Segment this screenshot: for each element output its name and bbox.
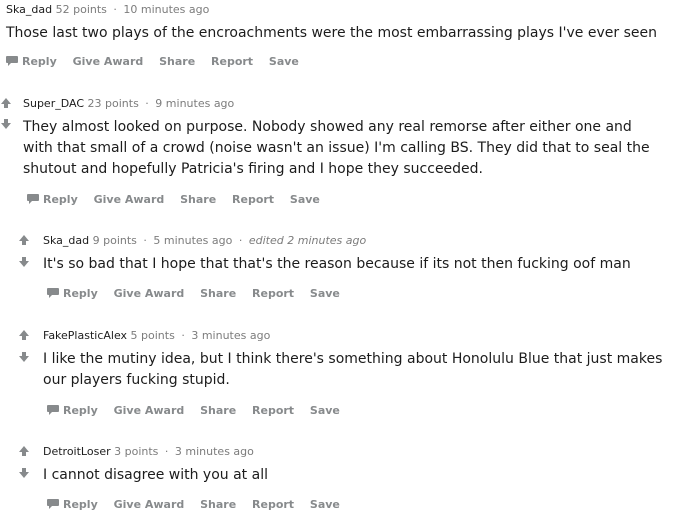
save-button[interactable]: Save bbox=[310, 498, 340, 511]
chat-bubble-icon bbox=[27, 194, 39, 204]
give-award-button[interactable]: Give Award bbox=[73, 55, 144, 68]
comment: Ska_dad 52 points · 10 minutes ago Those… bbox=[6, 2, 676, 70]
meta-separator: · bbox=[164, 445, 169, 458]
comment-actions: Reply Give Award Share Report Save bbox=[47, 497, 668, 513]
share-button[interactable]: Share bbox=[159, 55, 195, 68]
comment-points: 23 points bbox=[87, 97, 139, 110]
comment-points: 52 points bbox=[55, 3, 107, 16]
comment-meta: FakePlasticAlex 5 points · 3 minutes ago bbox=[43, 328, 668, 344]
comment-points: 3 points bbox=[114, 445, 159, 458]
comment-meta: Super_DAC 23 points · 9 minutes ago bbox=[23, 96, 663, 112]
reply-button[interactable]: Reply bbox=[27, 193, 78, 206]
reply-button[interactable]: Reply bbox=[6, 55, 57, 68]
comment-body: They almost looked on purpose. Nobody sh… bbox=[23, 119, 650, 177]
give-award-button[interactable]: Give Award bbox=[114, 404, 185, 417]
comment-author[interactable]: Ska_dad bbox=[6, 3, 52, 16]
comment: Super_DAC 23 points · 9 minutes ago They… bbox=[23, 96, 663, 208]
share-button[interactable]: Share bbox=[200, 404, 236, 417]
save-button[interactable]: Save bbox=[269, 55, 299, 68]
comment-author[interactable]: Ska_dad bbox=[43, 234, 89, 247]
save-button[interactable]: Save bbox=[290, 193, 320, 206]
report-button[interactable]: Report bbox=[211, 55, 253, 68]
comment: DetroitLoser 3 points · 3 minutes ago I … bbox=[43, 444, 668, 513]
report-button[interactable]: Report bbox=[252, 498, 294, 511]
give-award-button[interactable]: Give Award bbox=[114, 498, 185, 511]
comment-meta: Ska_dad 9 points · 5 minutes ago · edite… bbox=[43, 233, 673, 249]
comment-author[interactable]: FakePlasticAlex bbox=[43, 329, 127, 342]
comment-actions: Reply Give Award Share Report Save bbox=[6, 54, 676, 70]
comment-time[interactable]: 3 minutes ago bbox=[175, 445, 254, 458]
comment-points: 5 points bbox=[130, 329, 175, 342]
vote-controls bbox=[18, 234, 32, 268]
comment-body: I like the mutiny idea, but I think ther… bbox=[43, 351, 663, 388]
reply-label: Reply bbox=[63, 498, 98, 511]
comment-time[interactable]: 10 minutes ago bbox=[123, 3, 209, 16]
chat-bubble-icon bbox=[47, 405, 59, 415]
vote-controls bbox=[18, 329, 32, 363]
give-award-button[interactable]: Give Award bbox=[114, 287, 185, 300]
vote-controls bbox=[0, 97, 14, 130]
downvote-arrow-icon[interactable] bbox=[0, 118, 12, 130]
meta-separator: · bbox=[113, 3, 117, 16]
comment: FakePlasticAlex 5 points · 3 minutes ago… bbox=[43, 328, 668, 419]
comment-body: I cannot disagree with you at all bbox=[43, 467, 268, 483]
upvote-arrow-icon[interactable] bbox=[18, 445, 30, 457]
comment-actions: Reply Give Award Share Report Save bbox=[47, 403, 668, 419]
share-button[interactable]: Share bbox=[200, 287, 236, 300]
reply-label: Reply bbox=[43, 193, 78, 206]
save-button[interactable]: Save bbox=[310, 287, 340, 300]
comment-time[interactable]: 3 minutes ago bbox=[191, 329, 270, 342]
reply-button[interactable]: Reply bbox=[47, 287, 98, 300]
meta-separator: · bbox=[181, 329, 185, 342]
meta-separator: · bbox=[145, 97, 149, 110]
comment-author[interactable]: Super_DAC bbox=[23, 97, 84, 110]
comment: Ska_dad 9 points · 5 minutes ago · edite… bbox=[43, 233, 673, 302]
comment-points: 9 points bbox=[92, 234, 137, 247]
vote-controls bbox=[18, 445, 32, 479]
chat-bubble-icon bbox=[6, 56, 18, 66]
report-button[interactable]: Report bbox=[252, 404, 294, 417]
share-button[interactable]: Share bbox=[180, 193, 216, 206]
comment-actions: Reply Give Award Share Report Save bbox=[27, 192, 663, 208]
downvote-arrow-icon[interactable] bbox=[18, 256, 30, 268]
comment-meta: DetroitLoser 3 points · 3 minutes ago bbox=[43, 444, 668, 460]
edited-label: edited 2 minutes ago bbox=[248, 234, 367, 247]
meta-separator: · bbox=[238, 234, 243, 247]
chat-bubble-icon bbox=[47, 288, 59, 298]
comment-author[interactable]: DetroitLoser bbox=[43, 445, 111, 458]
give-award-button[interactable]: Give Award bbox=[94, 193, 165, 206]
meta-separator: · bbox=[143, 234, 147, 247]
upvote-arrow-icon[interactable] bbox=[0, 97, 12, 109]
comment-body: It's so bad that I hope that that's the … bbox=[43, 256, 631, 272]
chat-bubble-icon bbox=[47, 499, 59, 509]
downvote-arrow-icon[interactable] bbox=[18, 467, 30, 479]
save-button[interactable]: Save bbox=[310, 404, 340, 417]
comment-time[interactable]: 9 minutes ago bbox=[155, 97, 234, 110]
comment-actions: Reply Give Award Share Report Save bbox=[47, 286, 673, 302]
report-button[interactable]: Report bbox=[232, 193, 274, 206]
reply-button[interactable]: Reply bbox=[47, 404, 98, 417]
reply-label: Reply bbox=[63, 404, 98, 417]
downvote-arrow-icon[interactable] bbox=[18, 351, 30, 363]
reply-label: Reply bbox=[63, 287, 98, 300]
upvote-arrow-icon[interactable] bbox=[18, 329, 30, 341]
comment-body: Those last two plays of the encroachment… bbox=[6, 25, 657, 41]
comment-meta: Ska_dad 52 points · 10 minutes ago bbox=[6, 2, 676, 18]
reply-button[interactable]: Reply bbox=[47, 498, 98, 511]
reply-label: Reply bbox=[22, 55, 57, 68]
share-button[interactable]: Share bbox=[200, 498, 236, 511]
report-button[interactable]: Report bbox=[252, 287, 294, 300]
comment-time[interactable]: 5 minutes ago bbox=[153, 234, 232, 247]
upvote-arrow-icon[interactable] bbox=[18, 234, 30, 246]
